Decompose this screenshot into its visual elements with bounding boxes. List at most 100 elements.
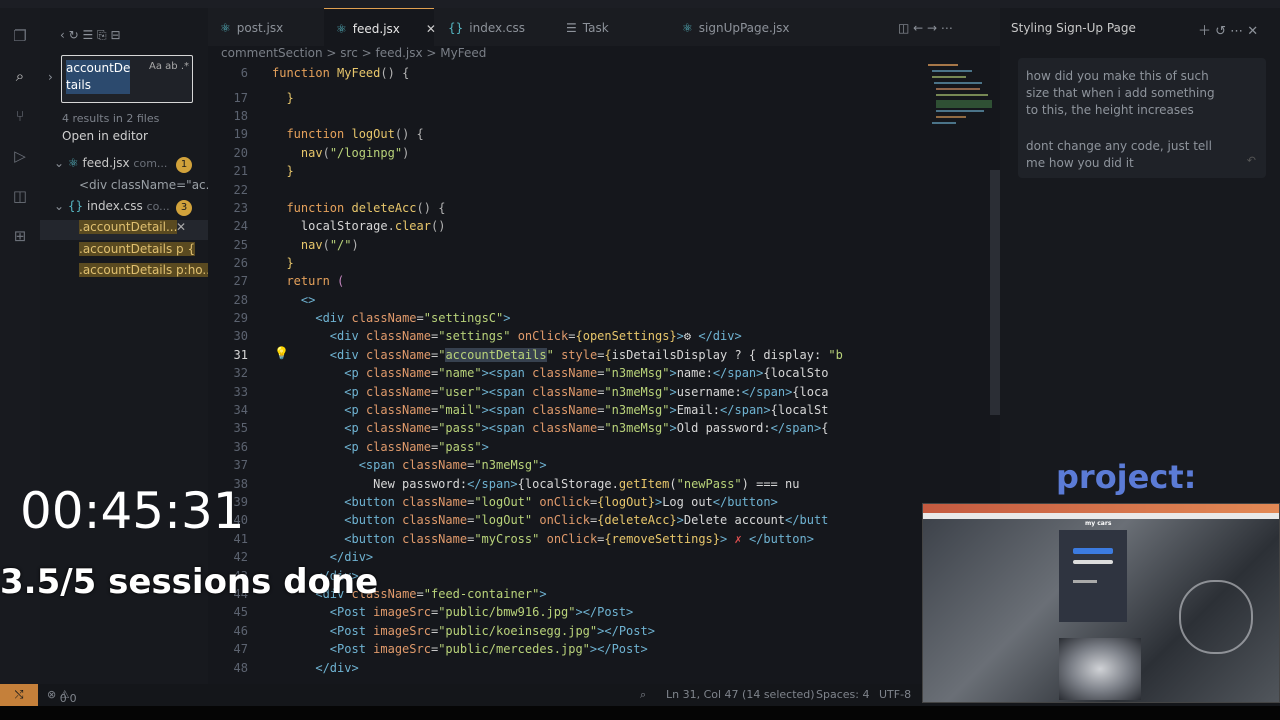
title-bar (0, 0, 1280, 8)
undo-icon[interactable]: ↶ (1247, 154, 1256, 167)
code-line: 24 localStorage.clear() (233, 219, 446, 233)
match-count-badge: 3 (176, 200, 192, 216)
match-count-badge: 1 (176, 157, 192, 173)
code-line: 30 <div className="settings" onClick={op… (233, 329, 742, 343)
file-name: index.css (87, 199, 143, 213)
task-icon: ☰ (566, 21, 577, 35)
remote-icon[interactable]: ⤭ (0, 684, 38, 706)
timer-overlay: 00:45:31 (20, 482, 245, 540)
file-path: com... (133, 157, 168, 170)
close-icon[interactable]: ✕ (176, 220, 186, 234)
file-path: co... (146, 200, 170, 213)
source-control-icon[interactable]: ⑂ (10, 106, 30, 126)
results-summary: 4 results in 2 files (62, 112, 160, 125)
code-line: 20 nav("/loginpg") (233, 146, 410, 160)
code-line: 36 <p className="pass"> (233, 440, 489, 454)
code-line: 35 <p className="pass"><span className="… (233, 421, 829, 435)
match-item-selected[interactable]: .accountDetail... ✕ (40, 220, 208, 240)
code-line: 29 <div className="settingsC"> (233, 311, 511, 325)
chevron-down-icon: ⌄ (54, 156, 65, 170)
browser-tab-bar (923, 504, 1279, 513)
car-image (1059, 638, 1141, 700)
match-item[interactable]: .accountDetails p { (79, 242, 196, 256)
react-file-icon: ⚛ (67, 156, 79, 170)
search-toolbar-icons[interactable]: ‹ ↻ ☰ ⎘ ⊟ (60, 28, 121, 43)
file-result-index[interactable]: ⌄ {} index.css co... (54, 199, 170, 213)
code-line: 17 } (233, 91, 294, 105)
preview-title: my cars (1085, 520, 1112, 527)
css-file-icon: {} (67, 199, 84, 213)
open-in-editor-link[interactable]: Open in editor (62, 129, 148, 143)
minimap[interactable] (920, 60, 992, 480)
code-line: 32 <p className="name"><span className="… (233, 366, 829, 380)
extensions-icon[interactable]: ⊞ (10, 226, 30, 246)
lightbulb-icon[interactable]: 💡 (274, 346, 289, 360)
code-line: 18 (233, 109, 248, 123)
chat-message-text: how did you make this of such size that … (1026, 69, 1215, 117)
chevron-down-icon: ⌄ (54, 199, 65, 213)
code-line: 23 function deleteAcc() { (233, 201, 446, 215)
match-item[interactable]: <div className="ac... (79, 178, 217, 192)
tab-index-css[interactable]: {} index.css (448, 8, 558, 46)
tab-feed[interactable]: ⚛ feed.jsx ✕ (324, 8, 436, 47)
search-input[interactable]: accountDe tails Aa ab .* (61, 55, 193, 103)
close-icon[interactable]: ✕ (426, 22, 436, 36)
remote-icon[interactable]: ◫ (10, 186, 30, 206)
indentation[interactable]: Spaces: 4 (816, 688, 869, 701)
browser-url-bar (923, 513, 1279, 519)
code-line: 46 <Post imageSrc="public/koeinsegg.jpg"… (233, 624, 655, 638)
code-line: 28 <> (233, 293, 316, 307)
code-line: 48 </div> (233, 661, 359, 675)
code-line: 37 <span className="n3meMsg"> (233, 458, 547, 472)
breadcrumb[interactable]: commentSection > src > feed.jsx > MyFeed (221, 46, 486, 60)
chat-message-text: dont change any code, just tell me how y… (1026, 139, 1212, 170)
code-line-current: 31 <div className="accountDetails" style… (233, 348, 843, 362)
files-icon[interactable]: ❐ (10, 26, 30, 46)
search-query-line2: tails (66, 78, 91, 92)
file-result-feed[interactable]: ⌄ ⚛ feed.jsx com... (54, 156, 167, 170)
errors-count[interactable]: ⊗ 0 ⚠ 0 (47, 688, 77, 705)
search-icon[interactable]: ⌕ (10, 66, 30, 86)
code-line: 45 <Post imageSrc="public/bmw916.jpg"></… (233, 605, 634, 619)
code-line: 26 } (233, 256, 294, 270)
file-name: feed.jsx (82, 156, 130, 170)
search-icon[interactable]: ⌕ (640, 688, 646, 702)
code-line: 34 <p className="mail"><span className="… (233, 403, 829, 417)
code-line: 39 <button className="logOut" onClick={l… (233, 495, 778, 509)
decorative-orb (1179, 580, 1253, 654)
react-file-icon: ⚛ (336, 22, 347, 36)
code-line: 27 return ( (233, 274, 345, 288)
chat-message: how did you make this of such size that … (1018, 58, 1266, 178)
bottom-letterbox (0, 706, 1280, 720)
code-line: 38 New password:</span>{localStorage.get… (233, 477, 800, 491)
cursor-position[interactable]: Ln 31, Col 47 (14 selected) (666, 688, 815, 701)
project-preview: my cars (922, 503, 1280, 703)
editor-tabs: ⚛ post.jsx ⚛ feed.jsx ✕ {} index.css ☰ Task ⚛… (208, 8, 1000, 47)
preview-settings-panel (1059, 530, 1127, 622)
search-options[interactable]: Aa ab .* (149, 61, 189, 72)
search-query-line1: accountDe (66, 61, 131, 75)
chat-title: Styling Sign-Up Page (1011, 21, 1136, 35)
code-line: 41 <button className="myCross" onClick={… (233, 532, 814, 546)
code-line: 22 (233, 183, 248, 197)
editor-actions[interactable]: ◫ ← → ⋯ (898, 8, 953, 46)
code-line: 25 nav("/") (233, 238, 359, 252)
encoding[interactable]: UTF-8 (879, 688, 911, 701)
tab-task[interactable]: ☰ Task (566, 8, 666, 46)
editor-scrollbar[interactable] (990, 170, 1000, 415)
code-line: 21 } (233, 164, 294, 178)
project-label: project: (1056, 458, 1197, 496)
tab-signup[interactable]: ⚛ signUpPage.jsx (682, 8, 822, 46)
chevron-right-icon[interactable]: › (48, 70, 53, 84)
sessions-overlay: 3.5/5 sessions done (0, 562, 379, 602)
run-debug-icon[interactable]: ▷ (10, 146, 30, 166)
code-line: 47 <Post imageSrc="public/mercedes.jpg">… (233, 642, 648, 656)
tab-post[interactable]: ⚛ post.jsx (220, 8, 320, 46)
react-file-icon: ⚛ (682, 21, 693, 35)
react-file-icon: ⚛ (220, 21, 231, 35)
chat-actions[interactable]: ＋ ↺ ⋯ ✕ (1198, 20, 1258, 39)
match-item[interactable]: .accountDetails p:ho... (79, 263, 214, 277)
code-line: 40 <button className="logOut" onClick={d… (233, 513, 829, 527)
code-line: 33 <p className="user"><span className="… (233, 385, 829, 399)
code-line: 19 function logOut() { (233, 127, 424, 141)
